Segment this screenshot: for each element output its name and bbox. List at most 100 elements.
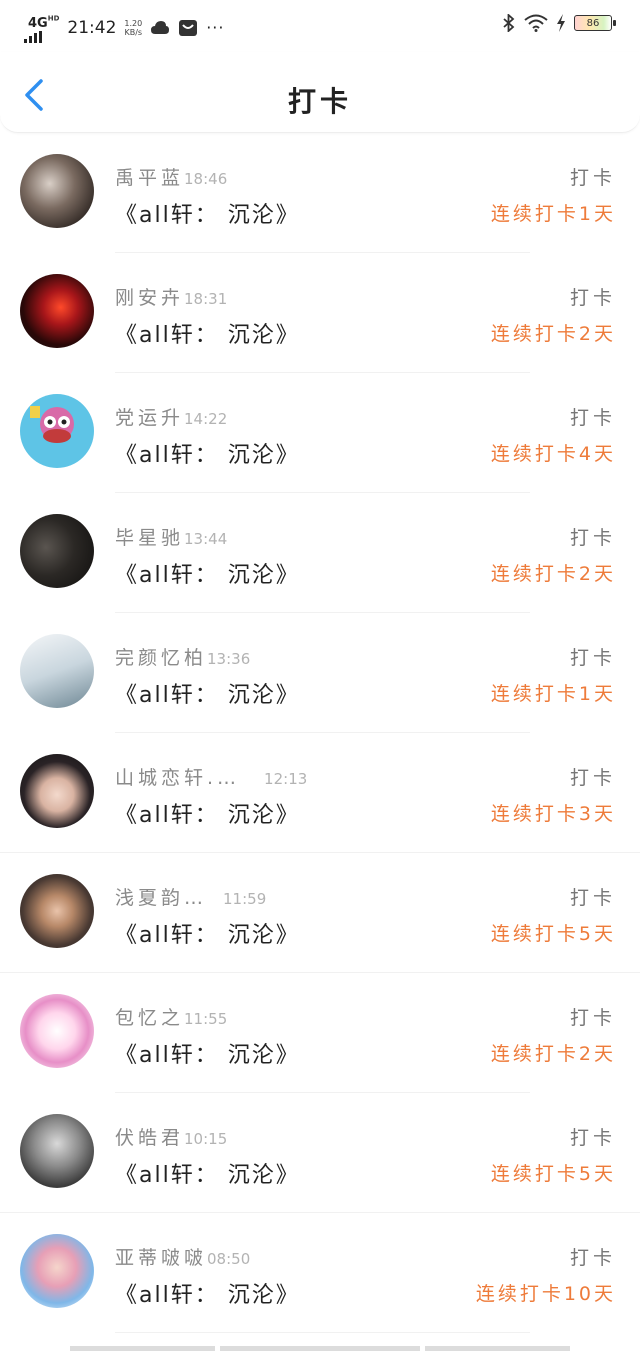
status-right: 86 bbox=[502, 14, 616, 32]
book-title: 《all轩： 沉沦》 bbox=[115, 923, 300, 948]
book-title: 《all轩： 沉沦》 bbox=[115, 323, 300, 348]
avatar[interactable] bbox=[20, 274, 94, 348]
list-item[interactable]: 山城恋轩.… 12:13 《all轩： 沉沦》 打卡 连续打卡3天 bbox=[0, 733, 640, 853]
streak-label: 连续打卡5天 bbox=[490, 1163, 616, 1185]
book-title: 《all轩： 沉沦》 bbox=[115, 1163, 300, 1188]
avatar[interactable] bbox=[20, 874, 94, 948]
checkin-time: 08:50 bbox=[207, 1250, 251, 1268]
clock: 21:42 bbox=[67, 17, 117, 38]
book-title: 《all轩： 沉沦》 bbox=[115, 1283, 300, 1308]
user-meta: 山城恋轩.… 12:13 bbox=[115, 763, 307, 790]
checkin-button[interactable]: 打卡 bbox=[570, 643, 616, 670]
checkin-button[interactable]: 打卡 bbox=[570, 1003, 616, 1030]
avatar[interactable] bbox=[20, 514, 94, 588]
checkin-time: 11:55 bbox=[184, 1010, 228, 1028]
user-meta: 禹平蓝 18:46 bbox=[115, 163, 227, 190]
status-bar: 4GHD 21:42 1.20 KB/s ··· 86 bbox=[0, 0, 640, 52]
checkin-button[interactable]: 打卡 bbox=[570, 1243, 616, 1270]
streak-label: 连续打卡2天 bbox=[490, 563, 616, 585]
book-title: 《all轩： 沉沦》 bbox=[115, 1043, 300, 1068]
network-hd-label: HD bbox=[47, 14, 60, 23]
list-item[interactable]: 完颜忆柏 13:36 《all轩： 沉沦》 打卡 连续打卡1天 bbox=[0, 613, 640, 733]
list-item[interactable]: 伏皓君 10:15 《all轩： 沉沦》 打卡 连续打卡5天 bbox=[0, 1093, 640, 1213]
wifi-icon bbox=[524, 14, 548, 32]
list-item[interactable]: 党运升 14:22 《all轩： 沉沦》 打卡 连续打卡4天 bbox=[0, 373, 640, 493]
checkin-button[interactable]: 打卡 bbox=[570, 523, 616, 550]
avatar[interactable] bbox=[20, 634, 94, 708]
avatar[interactable] bbox=[20, 154, 94, 228]
user-meta: 党运升 14:22 bbox=[115, 403, 227, 430]
network-speed: 1.20 KB/s bbox=[124, 19, 142, 37]
user-name: 党运升 bbox=[115, 407, 185, 429]
checkin-list: 禹平蓝 18:46 《all轩： 沉沦》 打卡 连续打卡1天 刚安卉 18:31… bbox=[0, 133, 640, 1333]
checkin-time: 14:22 bbox=[184, 410, 228, 428]
user-name: 完颜忆柏 bbox=[115, 647, 208, 669]
streak-label: 连续打卡5天 bbox=[490, 923, 616, 945]
streak-label: 连续打卡4天 bbox=[490, 443, 616, 465]
checkin-button[interactable]: 打卡 bbox=[570, 883, 616, 910]
list-item[interactable]: 禹平蓝 18:46 《all轩： 沉沦》 打卡 连续打卡1天 bbox=[0, 133, 640, 253]
mail-icon bbox=[179, 19, 198, 36]
user-name: 毕星驰 bbox=[115, 527, 185, 549]
user-name: 禹平蓝 bbox=[115, 167, 185, 189]
status-left: 4GHD 21:42 1.20 KB/s ··· bbox=[24, 12, 224, 43]
charging-icon bbox=[557, 14, 565, 32]
scroll-indicator bbox=[70, 1346, 570, 1351]
bluetooth-icon bbox=[503, 14, 515, 32]
checkin-time: 12:13 bbox=[264, 770, 308, 788]
checkin-button[interactable]: 打卡 bbox=[570, 283, 616, 310]
user-meta: 完颜忆柏 13:36 bbox=[115, 643, 250, 670]
user-name: 包忆之 bbox=[115, 1007, 185, 1029]
divider bbox=[115, 1332, 530, 1333]
user-meta: 浅夏韵… 11:59 bbox=[115, 883, 266, 910]
user-meta: 包忆之 11:55 bbox=[115, 1003, 227, 1030]
checkin-time: 10:15 bbox=[184, 1130, 228, 1148]
avatar[interactable] bbox=[20, 1114, 94, 1188]
signal-icon bbox=[24, 31, 59, 43]
user-name: 亚蒂啵啵 bbox=[115, 1247, 208, 1269]
book-title: 《all轩： 沉沦》 bbox=[115, 803, 300, 828]
monkey-avatar-icon bbox=[30, 406, 74, 443]
speed-unit: KB/s bbox=[124, 27, 143, 37]
list-item[interactable]: 毕星驰 13:44 《all轩： 沉沦》 打卡 连续打卡2天 bbox=[0, 493, 640, 613]
cloud-icon bbox=[151, 20, 170, 34]
streak-label: 连续打卡1天 bbox=[490, 683, 616, 705]
book-title: 《all轩： 沉沦》 bbox=[115, 683, 300, 708]
checkin-time: 18:31 bbox=[184, 290, 228, 308]
battery-icon: 86 bbox=[574, 15, 616, 31]
checkin-time: 13:44 bbox=[184, 530, 228, 548]
user-meta: 毕星驰 13:44 bbox=[115, 523, 227, 550]
streak-label: 连续打卡3天 bbox=[490, 803, 616, 825]
checkin-button[interactable]: 打卡 bbox=[570, 403, 616, 430]
avatar[interactable] bbox=[20, 754, 94, 828]
user-name: 伏皓君 bbox=[115, 1127, 185, 1149]
list-item[interactable]: 刚安卉 18:31 《all轩： 沉沦》 打卡 连续打卡2天 bbox=[0, 253, 640, 373]
avatar[interactable] bbox=[20, 994, 94, 1068]
list-item[interactable]: 包忆之 11:55 《all轩： 沉沦》 打卡 连续打卡2天 bbox=[0, 973, 640, 1093]
user-name: 山城恋轩.… bbox=[115, 767, 241, 789]
checkin-button[interactable]: 打卡 bbox=[570, 763, 616, 790]
book-title: 《all轩： 沉沦》 bbox=[115, 443, 300, 468]
checkin-button[interactable]: 打卡 bbox=[570, 1123, 616, 1150]
streak-label: 连续打卡2天 bbox=[490, 1043, 616, 1065]
streak-label: 连续打卡10天 bbox=[475, 1283, 616, 1305]
nav-bar: 打卡 bbox=[0, 52, 640, 133]
list-item[interactable]: 浅夏韵… 11:59 《all轩： 沉沦》 打卡 连续打卡5天 bbox=[0, 853, 640, 973]
checkin-time: 11:59 bbox=[223, 890, 267, 908]
network-indicator: 4GHD bbox=[24, 12, 60, 43]
avatar[interactable] bbox=[20, 1234, 94, 1308]
user-meta: 刚安卉 18:31 bbox=[115, 283, 227, 310]
list-item[interactable]: 亚蒂啵啵 08:50 《all轩： 沉沦》 打卡 连续打卡10天 bbox=[0, 1213, 640, 1333]
book-title: 《all轩： 沉沦》 bbox=[115, 203, 300, 228]
page-title: 打卡 bbox=[287, 85, 352, 118]
streak-label: 连续打卡2天 bbox=[490, 323, 616, 345]
checkin-time: 13:36 bbox=[207, 650, 251, 668]
checkin-time: 18:46 bbox=[184, 170, 228, 188]
user-meta: 伏皓君 10:15 bbox=[115, 1123, 227, 1150]
checkin-button[interactable]: 打卡 bbox=[570, 163, 616, 190]
user-name: 刚安卉 bbox=[115, 287, 185, 309]
avatar[interactable] bbox=[20, 394, 94, 468]
book-title: 《all轩： 沉沦》 bbox=[115, 563, 300, 588]
speed-value: 1.20 bbox=[124, 18, 143, 28]
streak-label: 连续打卡1天 bbox=[490, 203, 616, 225]
